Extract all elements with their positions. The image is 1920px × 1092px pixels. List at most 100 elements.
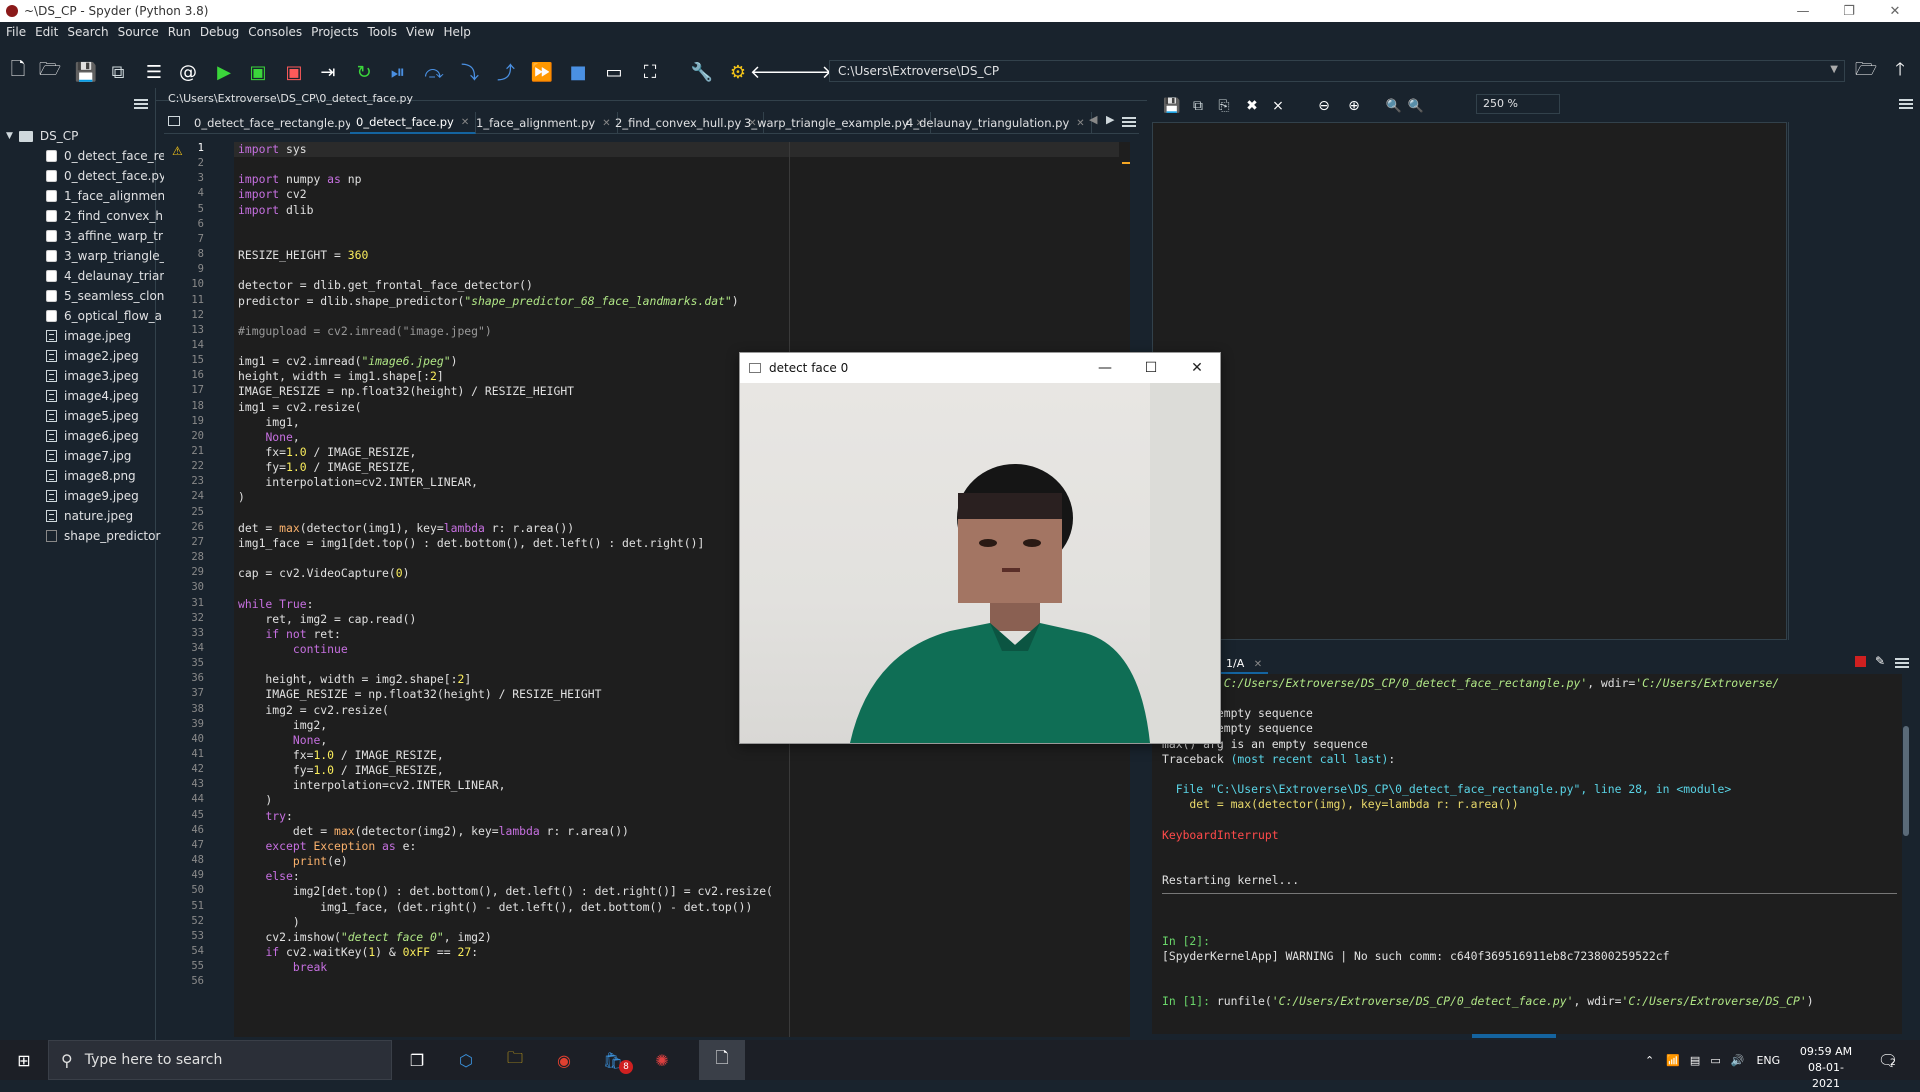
remove-all-plots-icon[interactable]: ⨯ — [1264, 92, 1292, 120]
plots-area — [1152, 122, 1787, 640]
save-icon[interactable]: 💾 — [72, 58, 100, 86]
close-tab-icon[interactable]: ✕ — [461, 117, 469, 128]
stop-debug-icon[interactable]: ■ — [564, 58, 592, 86]
close-button[interactable]: ✕ — [1872, 0, 1918, 22]
ipython-console[interactable]: runfile('C:/Users/Extroverse/DS_CP/0_det… — [1152, 674, 1902, 1034]
parent-directory-icon[interactable]: 🡑 — [1886, 58, 1914, 86]
task-view-icon[interactable]: ❐ — [405, 1048, 429, 1072]
spyder-taskbar-icon[interactable]: ✺ — [650, 1048, 674, 1072]
remove-plot-icon[interactable]: ✖ — [1238, 92, 1266, 120]
chevron-down-icon[interactable]: ▼ — [6, 131, 13, 141]
tab-4-delaunay-triangulation[interactable]: 4_delaunay_triangulation.py ✕ — [900, 112, 1092, 134]
stop-kernel-icon[interactable] — [1855, 656, 1866, 667]
preferences-icon[interactable]: 🔧 — [688, 58, 716, 86]
menu-projects[interactable]: Projects — [311, 25, 358, 39]
line-number: 22 — [191, 460, 204, 473]
step-icon[interactable]: ⤼ — [420, 58, 448, 86]
list-icon[interactable]: ☰ — [140, 58, 168, 86]
at-icon[interactable]: @ — [174, 58, 202, 86]
forward-icon[interactable]: 🡒 — [784, 58, 832, 86]
run-cell-advance-icon[interactable]: ▣ — [280, 58, 308, 86]
console-options-icon[interactable] — [1895, 658, 1909, 668]
start-button[interactable]: ⊞ — [12, 1048, 36, 1072]
tab-scroll-right-icon[interactable]: ▶ — [1106, 113, 1114, 126]
tree-root[interactable]: ▼ DS_CP — [6, 126, 162, 146]
browse-tabs-icon[interactable] — [168, 116, 180, 126]
tab-1-face-alignment[interactable]: 1_face_alignment.py ✕ — [470, 112, 618, 134]
menu-file[interactable]: File — [6, 25, 26, 39]
opencv-titlebar[interactable]: detect face 0 — ☐ ✕ — [740, 353, 1220, 383]
volume-icon[interactable]: 🔊 — [1731, 1054, 1745, 1067]
monitor-icon[interactable]: ▤ — [1690, 1054, 1700, 1067]
python-file-icon — [46, 290, 57, 302]
menu-view[interactable]: View — [406, 25, 434, 39]
cv-close-button[interactable]: ✕ — [1174, 353, 1220, 383]
battery-icon[interactable]: ▭ — [1710, 1054, 1720, 1067]
fullscreen-icon[interactable]: ⛶ — [636, 58, 664, 86]
chevron-up-icon[interactable]: ⌃ — [1645, 1054, 1654, 1067]
menu-tools[interactable]: Tools — [367, 25, 397, 39]
clear-console-icon[interactable]: ✎ — [1875, 654, 1885, 668]
menu-consoles[interactable]: Consoles — [248, 25, 302, 39]
debug-icon[interactable]: ⏯ — [384, 58, 412, 86]
cv-maximize-button[interactable]: ☐ — [1128, 353, 1174, 383]
python-file-icon — [46, 270, 57, 282]
maximize-button[interactable]: ❐ — [1826, 0, 1872, 22]
minimize-button[interactable]: — — [1780, 0, 1826, 22]
new-file-icon[interactable]: 🗋 — [4, 58, 32, 86]
browse-directory-icon[interactable]: 🗁 — [1852, 58, 1880, 86]
menu-search[interactable]: Search — [67, 25, 108, 39]
chrome-icon[interactable]: ◉ — [552, 1048, 576, 1072]
cv-minimize-button[interactable]: — — [1082, 353, 1128, 383]
maximize-pane-icon[interactable]: ▭ — [600, 58, 628, 86]
next-plot-icon[interactable]: ⊕ — [1340, 92, 1368, 120]
save-plot-icon[interactable]: 💾 — [1158, 92, 1186, 120]
tab-0-detect-face-rectangle[interactable]: 0_detect_face_rectangle.py✕ — [188, 112, 375, 134]
python-taskbar-icon[interactable]: ⬡ — [454, 1048, 478, 1072]
line-number: 16 — [191, 369, 204, 382]
menu-edit[interactable]: Edit — [35, 25, 58, 39]
taskbar-search[interactable]: ⚲ Type here to search — [48, 1040, 392, 1080]
taskbar-clock[interactable]: 09:59 AM 08-01-2021 — [1796, 1044, 1856, 1092]
rerun-icon[interactable]: ↻ — [350, 58, 378, 86]
run-selection-icon[interactable]: ⇥ — [314, 58, 342, 86]
tab-scroll-left-icon[interactable]: ◀ — [1089, 113, 1097, 126]
open-file-icon[interactable]: 🗁 — [36, 58, 64, 86]
copy-plot-icon[interactable]: ⎘ — [1210, 92, 1238, 120]
console-tab[interactable]: 1/A ✕ — [1220, 655, 1269, 674]
menu-run[interactable]: Run — [168, 25, 191, 39]
save-all-icon[interactable]: ⧉ — [104, 58, 132, 86]
python-file-icon — [46, 190, 57, 202]
working-directory-input[interactable]: C:\Users\Extroverse\DS_CP ▼ — [829, 60, 1845, 82]
editor-options-icon[interactable] — [1122, 117, 1136, 127]
console-line: [SpyderKernelApp] WARNING | No such comm… — [1162, 948, 1670, 963]
opencv-taskbar-icon[interactable]: 🗋 — [699, 1040, 745, 1080]
menu-source[interactable]: Source — [118, 25, 159, 39]
close-tab-icon[interactable]: ✕ — [1076, 118, 1084, 129]
opencv-window[interactable]: detect face 0 — ☐ ✕ — [739, 352, 1221, 744]
options-menu-icon[interactable] — [134, 99, 148, 109]
file-explorer-icon[interactable]: 🗀 — [503, 1048, 527, 1072]
run-cell-icon[interactable]: ▣ — [244, 58, 272, 86]
menu-help[interactable]: Help — [444, 25, 471, 39]
step-return-icon[interactable]: ⤴ — [492, 58, 520, 86]
step-into-icon[interactable]: ⤵ — [456, 58, 484, 86]
run-icon[interactable]: ▶ — [210, 58, 238, 86]
language-indicator[interactable]: ENG — [1756, 1054, 1780, 1067]
menu-debug[interactable]: Debug — [200, 25, 239, 39]
python-path-icon[interactable]: ⚙ — [724, 58, 752, 86]
scrollbar-thumb[interactable] — [1903, 726, 1909, 836]
console-scrollbar[interactable] — [1902, 686, 1910, 1016]
zoom-in-icon[interactable]: 🔍 — [1402, 92, 1430, 120]
tab-0-detect-face[interactable]: 0_detect_face.py ✕ — [350, 112, 477, 134]
chevron-down-icon[interactable]: ▼ — [1830, 64, 1838, 75]
previous-plot-icon[interactable]: ⊖ — [1310, 92, 1338, 120]
notification-icon[interactable]: 🗨 — [1876, 1048, 1900, 1072]
save-all-plots-icon[interactable]: ⧉ — [1184, 92, 1212, 120]
zoom-level-input[interactable]: 250 % — [1476, 94, 1560, 114]
continue-icon[interactable]: ⏩ — [528, 58, 556, 86]
network-icon[interactable]: 📶 — [1666, 1054, 1680, 1067]
close-tab-icon[interactable]: ✕ — [1254, 659, 1262, 670]
line-number: 10 — [191, 278, 204, 291]
plots-options-icon[interactable] — [1899, 99, 1913, 109]
